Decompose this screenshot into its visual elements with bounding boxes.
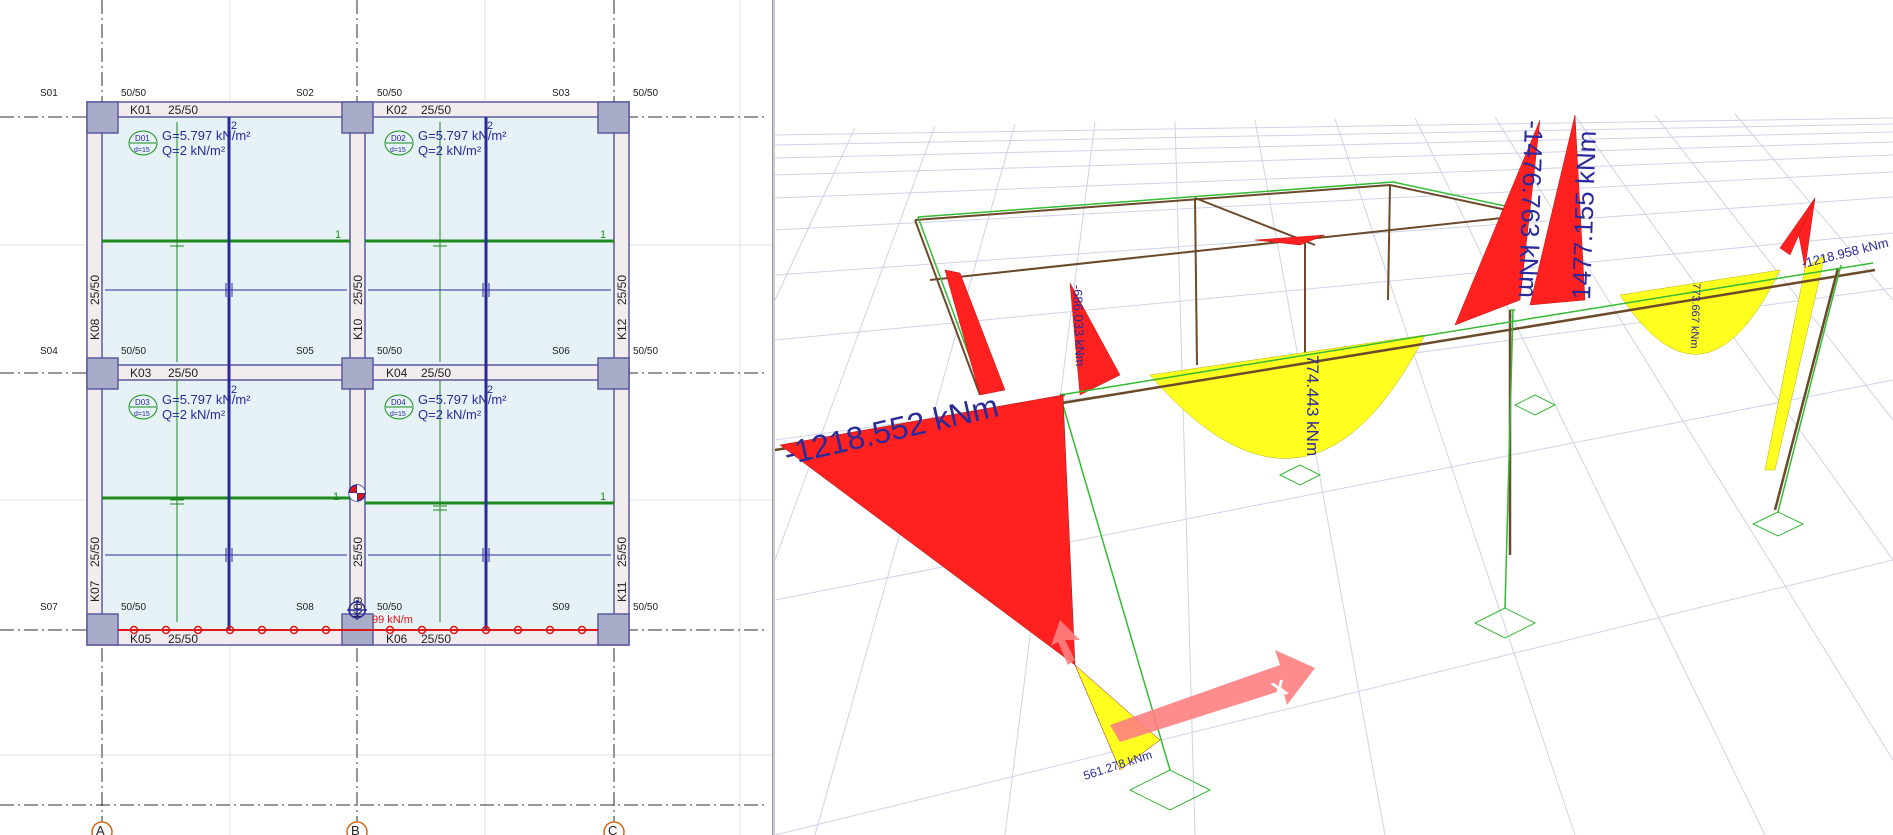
beam-label-k02: K02: [386, 103, 408, 117]
slab-dead-load: G=5.797 kN/m²: [418, 128, 507, 143]
beam-section-k07: 25/50: [88, 537, 102, 567]
node-marker-icon[interactable]: [348, 484, 366, 502]
column-s07[interactable]: [86, 613, 119, 646]
column-s02[interactable]: [341, 101, 374, 134]
column-s09[interactable]: [597, 613, 630, 646]
beam-section-k03: 25/50: [168, 366, 198, 380]
slab-name: D01: [135, 134, 150, 143]
column-label: S06: [552, 346, 570, 357]
column-section: 50/50: [633, 346, 658, 357]
frame-back: [914, 184, 1531, 396]
slab-thickness: d=15: [134, 147, 150, 154]
beam-section-k05: 25/50: [168, 632, 198, 646]
beam-section-k10: 25/50: [351, 275, 365, 305]
column-label: S01: [40, 88, 58, 99]
column-section: 50/50: [377, 602, 402, 613]
beam-section-k08: 25/50: [88, 275, 102, 305]
beam-label-k08: K08: [88, 318, 102, 340]
slab-live-load: Q=2 kN/m²: [162, 143, 226, 158]
column-section: 50/50: [121, 346, 146, 357]
moment-label: 1477.155 kNm: [1566, 130, 1602, 300]
beam-label-k01: K01: [130, 103, 152, 117]
moment-label: 774.443 kNm: [1303, 355, 1322, 456]
beam-label-k12: K12: [615, 318, 629, 340]
column-section: 50/50: [121, 88, 146, 99]
slab-thickness: d=15: [134, 411, 150, 418]
axis-bubbles: A B C: [91, 821, 625, 835]
slab-dead-load: G=5.797 kN/m²: [162, 392, 251, 407]
slab-live-load: Q=2 kN/m²: [418, 407, 482, 422]
column-s05[interactable]: [341, 357, 374, 390]
column-s04[interactable]: [86, 357, 119, 390]
column-label: S05: [296, 346, 314, 357]
frame-front-green: [1059, 262, 1874, 771]
beam-label-k11: K11: [615, 581, 629, 602]
slab-live-load: Q=2 kN/m²: [418, 143, 482, 158]
3d-view-pane[interactable]: X -1218.552 kNm -1476.763 kNm 1477.155 k…: [775, 0, 1893, 835]
slab-thickness: d=15: [390, 411, 406, 418]
column-section: 50/50: [377, 346, 402, 357]
beam-label-k04: K04: [386, 366, 408, 380]
moment-label: 773.667 kNm: [1688, 283, 1702, 349]
column-s03[interactable]: [597, 101, 630, 134]
beam-k03[interactable]: [86, 364, 358, 381]
column-section: 50/50: [377, 88, 402, 99]
beam-section-k12: 25/50: [615, 275, 629, 305]
slab-name: D02: [391, 134, 406, 143]
column-label: S04: [40, 346, 58, 357]
column-section: 50/50: [121, 602, 146, 613]
column-s06[interactable]: [597, 357, 630, 390]
strip-label: 1: [333, 491, 339, 503]
strip-label: 1: [335, 229, 341, 241]
moment-label: -1476.763 kNm: [1513, 120, 1549, 299]
support-icons: [1128, 394, 1805, 811]
column-label: S08: [296, 602, 314, 613]
column-label: S02: [296, 88, 314, 99]
column-s01[interactable]: [86, 101, 119, 134]
beam-label-k10: K10: [351, 318, 365, 340]
plan-drawing[interactable]: 1 1 1 1 2 2 2 2 K01 25/50 K02 25/50 K03 …: [0, 0, 772, 835]
column-section: 50/50: [633, 602, 658, 613]
axis-label-c: C: [608, 823, 617, 835]
strip-label: 1: [600, 229, 606, 241]
column-label: S07: [40, 602, 58, 613]
strip-label: 1: [600, 491, 606, 503]
plan-view-pane[interactable]: 1 1 1 1 2 2 2 2 K01 25/50 K02 25/50 K03 …: [0, 0, 772, 835]
slab-dead-load: G=5.797 kN/m²: [418, 392, 507, 407]
beam-label-k03: K03: [130, 366, 152, 380]
slab-thickness: d=15: [390, 147, 406, 154]
slab-name: D04: [391, 398, 406, 407]
column-label: S03: [552, 88, 570, 99]
beam-section-k09: 25/50: [351, 537, 365, 567]
beam-k01[interactable]: [86, 101, 358, 118]
column-label: S09: [552, 602, 570, 613]
beam-section-k02: 25/50: [421, 103, 451, 117]
beam-k05[interactable]: [86, 629, 358, 646]
column-section: 50/50: [633, 88, 658, 99]
moment-label: -686.033 kNm: [1070, 285, 1088, 367]
axis-label-b: B: [351, 823, 360, 835]
beam-label-k07: K07: [88, 580, 102, 602]
3d-moment-diagram[interactable]: X -1218.552 kNm -1476.763 kNm 1477.155 k…: [775, 0, 1893, 835]
beam-section-k11: 25/50: [615, 537, 629, 567]
line-load-value: 99 kN/m: [372, 614, 413, 626]
beam-section-k04: 25/50: [421, 366, 451, 380]
slab-live-load: Q=2 kN/m²: [162, 407, 226, 422]
beam-section-k01: 25/50: [168, 103, 198, 117]
slab-dead-load: G=5.797 kN/m²: [162, 128, 251, 143]
axis-label-a: A: [96, 823, 105, 835]
slab-name: D03: [135, 398, 150, 407]
beam-section-k06: 25/50: [421, 632, 451, 646]
